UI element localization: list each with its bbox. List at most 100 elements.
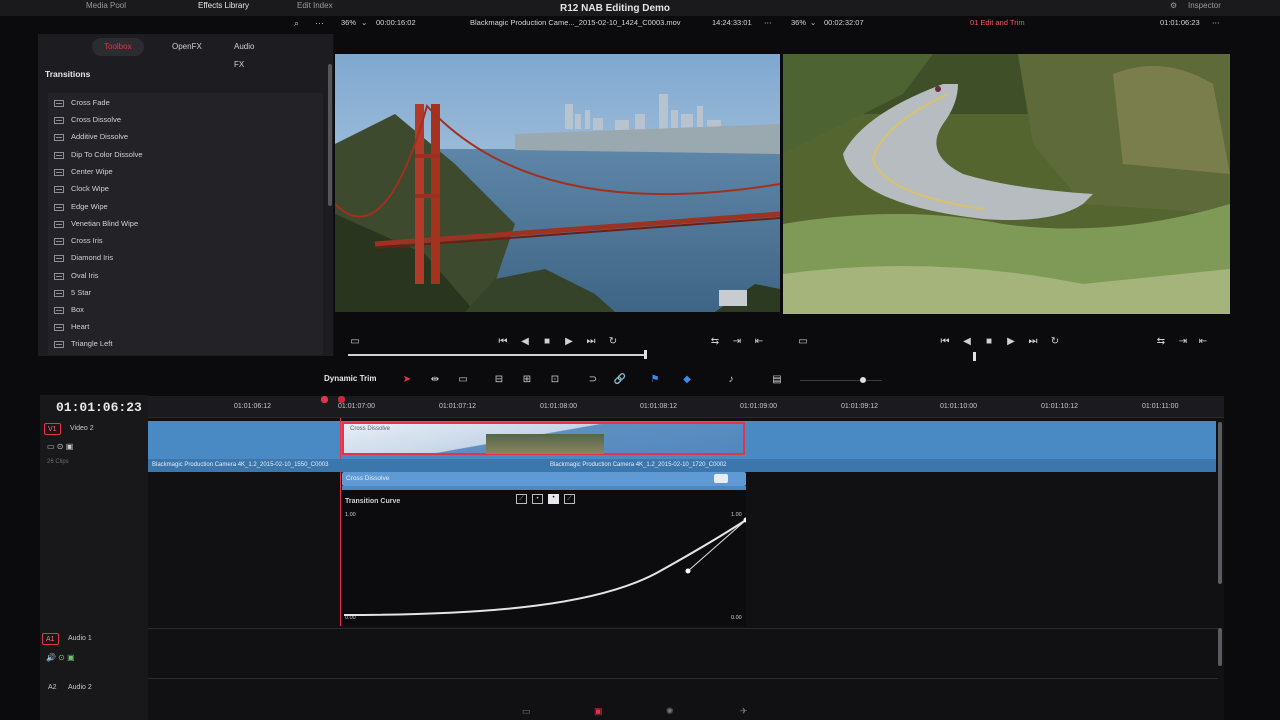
source-zoom[interactable]: 36%: [341, 18, 356, 34]
match-frame-icon[interactable]: ⇆: [708, 334, 722, 350]
audio-scrollbar[interactable]: [1218, 628, 1222, 666]
chevron-down-icon[interactable]: ⌄: [810, 18, 816, 34]
view-options-icon[interactable]: ▭: [348, 334, 362, 350]
tab-edit-index[interactable]: Edit Index: [297, 1, 333, 10]
tab-effects-library[interactable]: Effects Library: [198, 1, 249, 10]
marker-icon[interactable]: ◆: [678, 372, 696, 388]
play-icon[interactable]: ▶: [1004, 334, 1018, 350]
mark-out-icon[interactable]: ⇥: [1176, 334, 1190, 350]
transition-curve[interactable]: [342, 490, 746, 626]
blade-tool-icon[interactable]: ▭: [454, 372, 472, 388]
color-page-icon[interactable]: ✺: [666, 706, 674, 717]
list-item[interactable]: 5 Star: [54, 286, 91, 300]
list-item[interactable]: Triangle Left: [54, 337, 112, 351]
timeline-name[interactable]: 01 Edit and Trim: [970, 18, 1025, 34]
play-icon[interactable]: ▶: [562, 334, 576, 350]
track-id-v1[interactable]: V1: [44, 423, 61, 435]
transition-clip[interactable]: Cross Dissolve: [342, 422, 745, 455]
flag-icon[interactable]: ⚑: [646, 372, 664, 388]
tab-audio-fx[interactable]: Audio FX: [222, 38, 266, 69]
transition-icon: [54, 99, 64, 107]
list-item[interactable]: Center Wipe: [54, 165, 113, 179]
list-item[interactable]: Venetian Blind Wipe: [54, 217, 138, 231]
zoom-mode-icon[interactable]: ▤: [768, 372, 786, 388]
list-item[interactable]: Additive Dissolve: [54, 130, 128, 144]
selection-tool-icon[interactable]: ➤: [398, 372, 416, 388]
playhead-marker[interactable]: [321, 396, 328, 403]
mark-in-icon[interactable]: ⇤: [752, 334, 766, 350]
track-divider: [148, 628, 1218, 629]
stop-icon[interactable]: ■: [540, 334, 554, 350]
source-viewer[interactable]: [335, 54, 780, 312]
more-options-icon[interactable]: ⋯: [764, 18, 772, 34]
overwrite-clip-icon[interactable]: ⊞: [518, 372, 536, 388]
transition-curve-panel[interactable]: Transition Curve 1.00 1.00 0.00 0.00 ⟋ •…: [342, 490, 746, 626]
audio-icon[interactable]: ♪: [722, 372, 740, 388]
source-playhead[interactable]: [644, 350, 647, 359]
source-scrub-bar[interactable]: [348, 354, 646, 356]
tab-openfx[interactable]: OpenFX: [160, 38, 214, 56]
list-item[interactable]: Cross Fade: [54, 96, 110, 110]
chevron-down-icon[interactable]: ⌄: [361, 18, 367, 34]
inspector-icon[interactable]: ⚙: [1170, 1, 1177, 10]
list-item[interactable]: Heart: [54, 320, 89, 334]
effects-scrollbar[interactable]: [328, 64, 332, 206]
snapping-icon[interactable]: ⊃: [584, 372, 602, 388]
tab-toolbox[interactable]: Toolbox: [92, 38, 144, 56]
match-frame-icon[interactable]: ⇆: [1154, 334, 1168, 350]
list-item[interactable]: Cross Iris: [54, 234, 103, 248]
view-options-icon[interactable]: ▭: [796, 334, 810, 350]
record-playhead[interactable]: [973, 352, 976, 361]
zoom-slider[interactable]: [800, 380, 882, 381]
replace-clip-icon[interactable]: ⊡: [546, 372, 564, 388]
linked-selection-icon[interactable]: 🔗: [611, 372, 629, 388]
curve-editor-menu[interactable]: [714, 474, 728, 483]
track-id-a2[interactable]: A2: [48, 684, 57, 691]
record-viewer[interactable]: [783, 54, 1230, 314]
timeline-scrollbar[interactable]: [1218, 422, 1222, 584]
list-item[interactable]: Diamond Iris: [54, 251, 113, 265]
list-item[interactable]: Cross Dissolve: [54, 113, 121, 127]
ruler-label: 01:01:09:12: [841, 403, 878, 410]
deliver-page-icon[interactable]: ✈: [740, 706, 748, 717]
tab-inspector[interactable]: Inspector: [1188, 1, 1221, 10]
more-options-icon[interactable]: ⋯: [1212, 18, 1220, 34]
insert-clip-icon[interactable]: ⊟: [490, 372, 508, 388]
transition-icon: [54, 220, 64, 228]
tab-media-pool[interactable]: Media Pool: [86, 1, 126, 10]
list-item[interactable]: Edge Wipe: [54, 200, 108, 214]
play-reverse-icon[interactable]: ◀: [960, 334, 974, 350]
go-to-start-icon[interactable]: ⏮: [938, 334, 952, 350]
loop-icon[interactable]: ↻: [606, 334, 620, 350]
go-to-start-icon[interactable]: ⏮: [496, 334, 510, 350]
play-reverse-icon[interactable]: ◀: [518, 334, 532, 350]
trim-tool-icon[interactable]: ⇹: [426, 372, 444, 388]
transition-icon: [54, 203, 64, 211]
search-icon[interactable]: ⌕: [294, 18, 299, 29]
zoom-slider-handle[interactable]: [860, 377, 866, 383]
more-options-icon[interactable]: ⋯: [315, 18, 324, 29]
transition-icon: [54, 306, 64, 314]
loop-icon[interactable]: ↻: [1048, 334, 1062, 350]
track-id-a1[interactable]: A1: [42, 633, 59, 645]
mark-in-icon[interactable]: ⇤: [1196, 334, 1210, 350]
stop-icon[interactable]: ■: [982, 334, 996, 350]
track-name-audio2[interactable]: Audio 2: [68, 684, 92, 691]
media-page-icon[interactable]: ▭: [522, 706, 531, 717]
curve-editor-header[interactable]: Cross Dissolve: [342, 472, 746, 486]
record-duration: 00:02:32:07: [824, 18, 864, 27]
timeline-ruler[interactable]: 01:01:06:12 01:01:07:00 01:01:07:12 01:0…: [148, 396, 1224, 418]
track-name-audio1[interactable]: Audio 1: [68, 635, 92, 642]
track-name-video2[interactable]: Video 2: [70, 425, 94, 432]
list-item[interactable]: Box: [54, 303, 84, 317]
go-to-end-icon[interactable]: ⏭: [584, 334, 598, 350]
track-controls-icon[interactable]: ▭ ⊙ ▣: [47, 442, 73, 451]
list-item[interactable]: Dip To Color Dissolve: [54, 148, 143, 162]
edit-page-icon[interactable]: ▣: [594, 706, 603, 717]
mark-out-icon[interactable]: ⇥: [730, 334, 744, 350]
audio-controls-icon[interactable]: 🔊 ⊙ ▣: [46, 653, 75, 662]
list-item[interactable]: Oval Iris: [54, 269, 99, 283]
go-to-end-icon[interactable]: ⏭: [1026, 334, 1040, 350]
list-item[interactable]: Clock Wipe: [54, 182, 109, 196]
record-zoom[interactable]: 36%: [791, 18, 806, 34]
